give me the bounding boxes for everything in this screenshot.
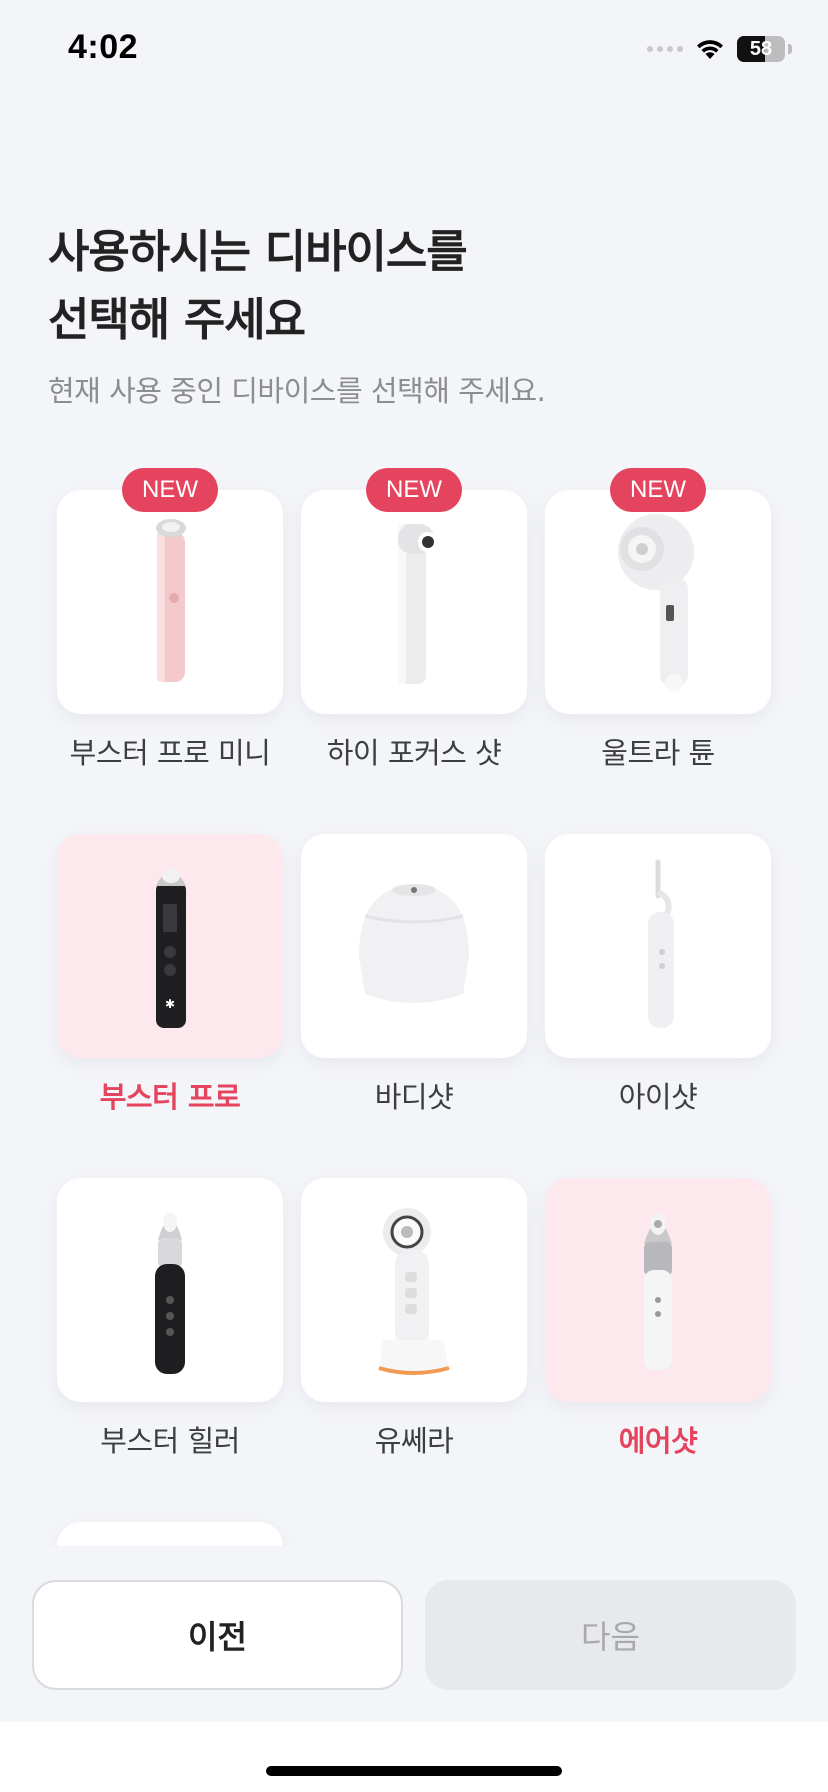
black-stick-device-icon: ✱: [156, 869, 186, 1028]
device-card-high-focus-shot[interactable]: NEW 하이 포커스 샷: [301, 460, 527, 770]
white-round-head-device-icon: [618, 514, 694, 692]
battery-percentage: 58: [749, 38, 773, 60]
page-subtitle: 현재 사용 중인 디바이스를 선택해 주세요.: [48, 374, 546, 408]
status-bar: 4:02 58: [0, 0, 828, 100]
device-grid[interactable]: NEW 부스터 프로 미니 NEW 하이 포커스 샷 NEW 울트라 튠 ✱ 부…: [0, 460, 828, 1546]
bottom-action-bar: 이전 다음: [0, 1546, 828, 1722]
home-area: [0, 1722, 828, 1792]
svg-text:✱: ✱: [165, 997, 175, 1011]
device-tile-selected[interactable]: ✱: [57, 834, 283, 1058]
new-badge: NEW: [122, 468, 218, 512]
new-badge: NEW: [366, 468, 462, 512]
white-slim-wand-icon: [648, 859, 674, 1028]
previous-button[interactable]: 이전: [32, 1580, 403, 1690]
device-card-booster-pro-mini[interactable]: NEW 부스터 프로 미니: [57, 460, 283, 770]
page-title: 사용하시는 디바이스를 선택해 주세요: [48, 218, 748, 354]
device-card-eye-shot[interactable]: 아이샷: [545, 804, 771, 1114]
device-tile[interactable]: [301, 1178, 527, 1402]
device-tile[interactable]: [545, 834, 771, 1058]
battery-cap: [788, 44, 792, 54]
device-card-air-shot[interactable]: 에어샷: [545, 1148, 771, 1458]
device-card-body-shot[interactable]: 바디샷: [301, 804, 527, 1114]
white-l-shaped-device-icon: [398, 524, 438, 684]
status-time: 4:02: [68, 28, 139, 66]
device-tile-selected[interactable]: [545, 1178, 771, 1402]
black-wand-device-icon: [155, 1212, 185, 1374]
wifi-icon: [695, 37, 725, 61]
device-card-booster-healer[interactable]: 부스터 힐러: [57, 1148, 283, 1458]
new-badge: NEW: [610, 468, 706, 512]
device-card-partial[interactable]: [57, 1492, 283, 1546]
device-label-selected: 에어샷: [618, 1424, 698, 1458]
white-dome-device-icon: [359, 884, 469, 1003]
white-orange-dock-device-icon: [378, 1208, 450, 1375]
device-label: 부스터 힐러: [100, 1424, 240, 1458]
device-label-selected: 부스터 프로: [99, 1080, 241, 1114]
pink-stick-device-icon: [156, 519, 186, 682]
status-icons: 58: [647, 34, 792, 64]
device-card-ussera[interactable]: 유쎄라: [301, 1148, 527, 1458]
device-tile[interactable]: [301, 834, 527, 1058]
device-label: 아이샷: [618, 1080, 698, 1114]
device-card-ultra-tune[interactable]: NEW 울트라 튠: [545, 460, 771, 770]
page-title-line-1: 사용하시는 디바이스를: [48, 225, 468, 278]
cellular-signal-icon: [647, 46, 683, 52]
next-button-disabled[interactable]: 다음: [425, 1580, 796, 1690]
page-title-line-2: 선택해 주세요: [48, 293, 306, 346]
home-indicator[interactable]: [266, 1766, 562, 1776]
device-label: 유쎄라: [374, 1424, 454, 1458]
white-grey-stick-device-icon: [644, 1213, 672, 1370]
device-tile[interactable]: [57, 490, 283, 714]
device-label: 부스터 프로 미니: [69, 736, 271, 770]
device-label: 울트라 튠: [601, 736, 715, 770]
device-label: 하이 포커스 샷: [326, 736, 502, 770]
device-tile[interactable]: [57, 1522, 283, 1546]
device-label: 바디샷: [374, 1080, 454, 1114]
device-tile[interactable]: [301, 490, 527, 714]
device-tile[interactable]: [57, 1178, 283, 1402]
battery-icon: 58: [737, 36, 785, 62]
device-tile[interactable]: [545, 490, 771, 714]
device-card-booster-pro[interactable]: ✱ 부스터 프로: [57, 804, 283, 1114]
